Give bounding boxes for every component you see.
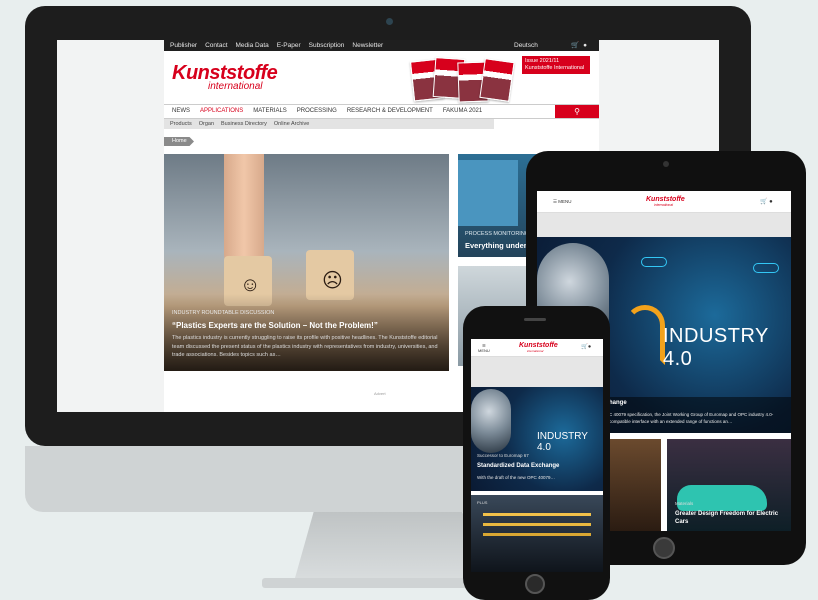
nav-materials[interactable]: MATERIALS [253, 108, 287, 114]
camera-icon [663, 161, 669, 167]
car-image [677, 485, 767, 511]
side-title: Everything under [465, 241, 527, 250]
top-link-epaper[interactable]: E-Paper [277, 42, 301, 49]
tablet-icons: 🛒 ● [760, 198, 773, 205]
tablet-hero-title: hange [609, 400, 627, 406]
phone-card[interactable]: PLUS [471, 495, 603, 572]
top-link-publisher[interactable]: Publisher [170, 42, 197, 49]
cloud-icon [641, 257, 667, 267]
nav-processing[interactable]: PROCESSING [297, 108, 337, 114]
ad-label: Advert [374, 391, 386, 396]
home-button[interactable] [525, 574, 545, 594]
tablet-hero-text: C 40079 specification, the Joint Working… [609, 412, 774, 424]
robot-head-image [471, 389, 511, 453]
cart-icon[interactable]: 🛒 [571, 42, 583, 49]
robot-arm-image [625, 305, 665, 365]
menu-label: MENU [558, 199, 572, 204]
phone-hero-title: Standardized Data Exchange [477, 463, 560, 469]
top-links: Publisher Contact Media Data E-Paper Subscri… [170, 40, 391, 51]
search-button[interactable]: ⚲ [555, 105, 599, 118]
ad-placeholder [471, 357, 603, 387]
subnav-organ[interactable]: Organ [199, 121, 214, 127]
tablet-logo-sub: international [654, 203, 674, 207]
language-switch[interactable]: Deutsch [514, 40, 538, 51]
nav-research[interactable]: RESEARCH & DEVELOPMENT [347, 108, 433, 114]
main-nav: NEWS APPLICATIONS MATERIALS PROCESSING RESEA… [164, 104, 599, 119]
tablet-card-kicker: Materials [675, 501, 694, 506]
user-icon[interactable]: ● [583, 42, 591, 49]
sad-face-icon: ☹ [322, 270, 343, 292]
breadcrumb[interactable]: Home [164, 137, 194, 146]
subnav-products[interactable]: Products [170, 121, 192, 127]
cart-icon[interactable]: 🛒 [760, 199, 767, 205]
tablet-header: ☰ MENU Kunststoffe international 🛒 ● [537, 191, 791, 213]
top-link-media-data[interactable]: Media Data [236, 42, 269, 49]
phone-screen: ☰ MENU Kunststoffe international 🛒● INDUS… [471, 339, 603, 572]
phone-header: ☰ MENU Kunststoffe international 🛒● [471, 339, 603, 357]
top-link-subscription[interactable]: Subscription [309, 42, 345, 49]
top-bar: Publisher Contact Media Data E-Paper Subscri… [164, 40, 599, 51]
phone-hero-text: With the draft of the new OPC 40079… [477, 475, 556, 480]
issue-label: Issue 2021/11 Kunststoffe International [522, 56, 590, 74]
cloud-icon [753, 263, 779, 273]
search-icon: ⚲ [574, 107, 580, 116]
phone-logo-sub: international [527, 349, 544, 353]
user-icon[interactable]: ● [769, 199, 773, 205]
speaker-icon [524, 318, 546, 321]
nav-applications[interactable]: APPLICATIONS [200, 108, 243, 114]
phone-logo[interactable]: Kunststoffe [519, 342, 558, 349]
menu-button[interactable]: ☰ MENU [478, 343, 490, 353]
current-issue[interactable]: Issue 2021/11 Kunststoffe International [409, 54, 590, 104]
user-icon[interactable]: ● [588, 344, 591, 350]
tablet-card-title: Greater Design Freedom for Electric Cars [675, 511, 779, 525]
ad-placeholder [537, 213, 791, 237]
imac-stand [295, 512, 481, 578]
nav-news[interactable]: NEWS [172, 108, 190, 114]
phone-icons: 🛒● [581, 344, 591, 350]
top-icons: 🛒● [571, 40, 591, 51]
menu-button[interactable]: ☰ MENU [553, 199, 572, 205]
phone-hero-kicker: Successor to Euromap 67 [477, 453, 529, 458]
phone-hero[interactable]: INDUSTRY 4.0 Successor to Euromap 67 Sta… [471, 387, 603, 491]
cart-icon[interactable]: 🛒 [581, 344, 588, 350]
menu-label: MENU [478, 348, 490, 353]
subnav-archive[interactable]: Online Archive [274, 121, 309, 127]
tablet-logo[interactable]: Kunststoffe [646, 196, 685, 203]
industry-overlay: INDUSTRY 4.0 [537, 431, 588, 453]
site-logo-sub: international [208, 81, 263, 92]
phone-card-kicker: PLUS [477, 500, 488, 505]
hero-teaser: The plastics industry is currently strug… [172, 335, 438, 358]
hero-title[interactable]: “Plastics Experts are the Solution – Not… [172, 321, 378, 330]
subnav-directory[interactable]: Business Directory [221, 121, 267, 127]
hero-article[interactable]: ☺ ☹ INDUSTRY ROUNDTABLE DISCUSSION “Plas… [164, 154, 449, 371]
top-link-newsletter[interactable]: Newsletter [352, 42, 383, 49]
nav-fakuma[interactable]: FAKUMA 2021 [443, 108, 482, 114]
industry-overlay: INDUSTRY 4.0 [663, 325, 769, 370]
home-button[interactable] [653, 537, 675, 559]
hero-kicker: INDUSTRY ROUNDTABLE DISCUSSION [172, 310, 275, 316]
machine-image [458, 160, 518, 226]
magazine-cover [479, 58, 515, 102]
sub-nav: Products Organ Business Directory Online Ar… [164, 119, 494, 129]
tablet-card-2[interactable]: Materials Greater Design Freedom for Ele… [667, 439, 791, 531]
camera-icon [386, 18, 393, 25]
top-link-contact[interactable]: Contact [205, 42, 227, 49]
ceiling-lights-image [483, 513, 591, 516]
side-kicker: PROCESS MONITORING [465, 231, 530, 237]
